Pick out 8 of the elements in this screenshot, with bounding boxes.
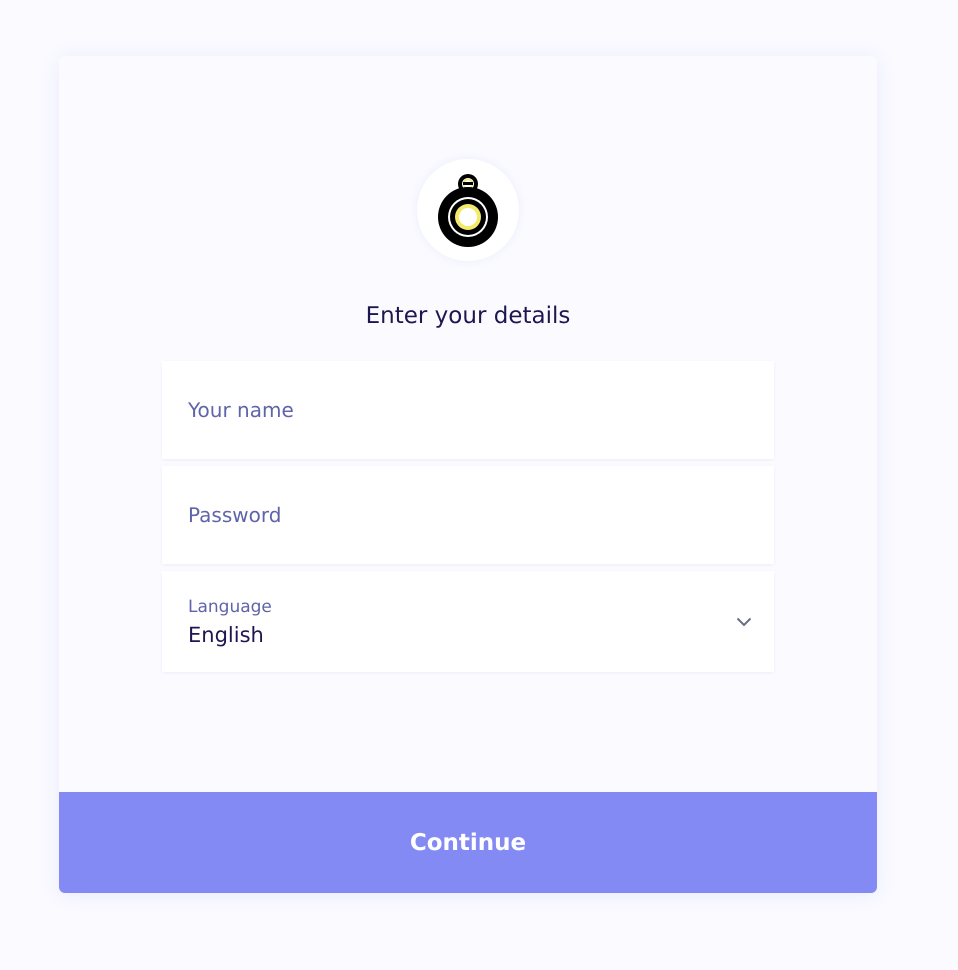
chevron-down-icon: [736, 616, 752, 626]
language-select[interactable]: Language English: [162, 571, 774, 672]
form-heading: Enter your details: [366, 303, 570, 329]
input-field[interactable]: Password: [162, 466, 774, 564]
field-value: English: [188, 622, 265, 646]
field-label: Language: [188, 596, 272, 616]
pendant-logo-icon: [436, 172, 500, 248]
input-field[interactable]: Your name: [162, 361, 774, 459]
